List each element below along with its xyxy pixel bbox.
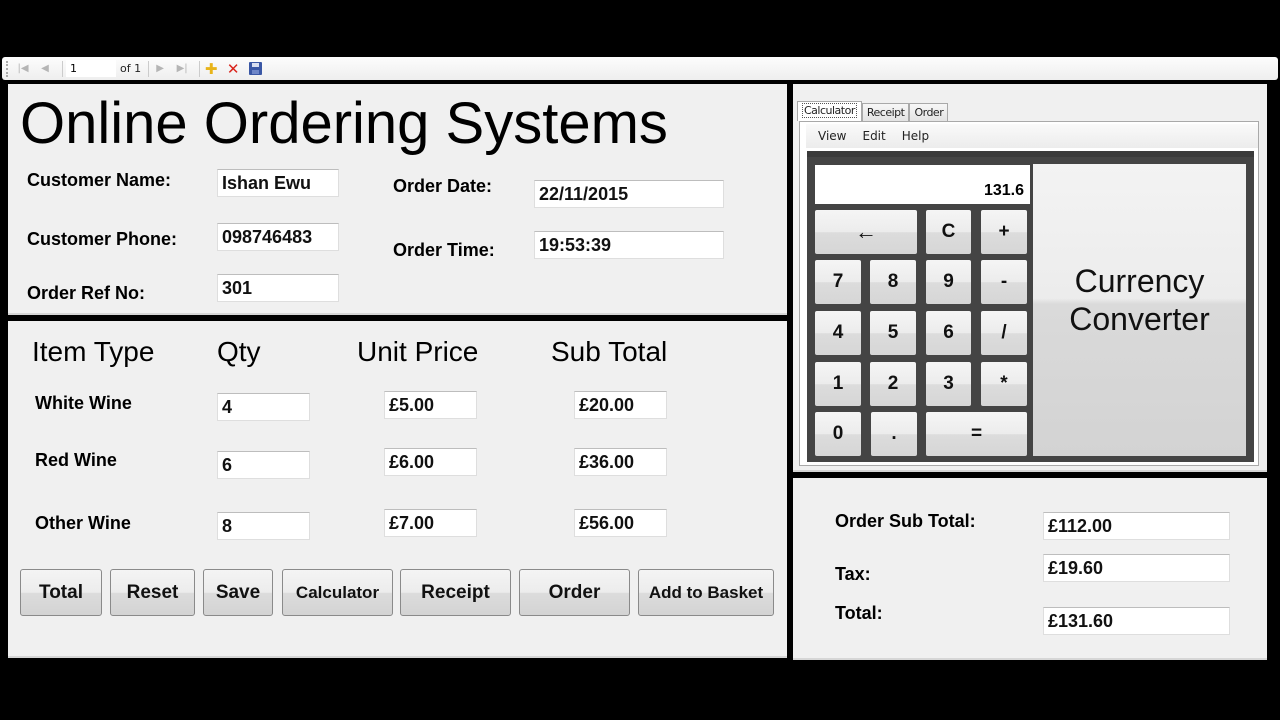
column-header-sub-total: Sub Total xyxy=(551,336,668,367)
calculator-menubar: View Edit Help xyxy=(806,124,1258,148)
key-6[interactable]: 6 xyxy=(926,311,971,355)
menu-help[interactable]: Help xyxy=(902,129,929,143)
page-count-label: of 1 xyxy=(120,62,142,75)
sub-total-field[interactable]: £56.00 xyxy=(574,509,667,537)
total-button[interactable]: Total xyxy=(20,569,102,616)
divide-key[interactable]: / xyxy=(981,311,1027,355)
toolbar-separator xyxy=(62,60,63,77)
key-9[interactable]: 9 xyxy=(926,260,971,304)
item-type-label: Red Wine xyxy=(35,450,117,470)
currency-converter-button[interactable]: Currency Converter xyxy=(1033,164,1246,456)
last-page-icon[interactable]: ▶| xyxy=(174,61,190,77)
tab-order[interactable]: Order xyxy=(909,103,949,121)
order-date-field[interactable]: 22/11/2015 xyxy=(534,180,724,208)
customer-name-label: Customer Name: xyxy=(27,170,172,190)
add-to-basket-button[interactable]: Add to Basket xyxy=(638,569,774,616)
key-5[interactable]: 5 xyxy=(870,311,916,355)
navigator-toolbar: |◀ ◀ of 1 ▶ ▶| ✚ ✕ xyxy=(2,57,1278,80)
column-header-item-type: Item Type xyxy=(32,336,155,367)
qty-field[interactable]: 6 xyxy=(217,451,310,479)
next-page-icon[interactable]: ▶ xyxy=(152,61,168,77)
tax-field[interactable]: £19.60 xyxy=(1043,554,1230,582)
tab-receipt[interactable]: Receipt xyxy=(861,103,910,121)
tab-calculator[interactable]: Calculator xyxy=(797,101,862,121)
tab-strip: Calculator Receipt Order xyxy=(797,101,949,121)
key-1[interactable]: 1 xyxy=(815,362,861,406)
key-7[interactable]: 7 xyxy=(815,260,861,304)
unit-price-field[interactable]: £7.00 xyxy=(384,509,477,537)
qty-field[interactable]: 8 xyxy=(217,512,310,540)
key-2[interactable]: 2 xyxy=(870,362,916,406)
first-page-icon[interactable]: |◀ xyxy=(15,61,31,77)
key-3[interactable]: 3 xyxy=(926,362,971,406)
sub-total-field[interactable]: £36.00 xyxy=(574,448,667,476)
order-time-label: Order Time: xyxy=(393,240,495,260)
menu-view[interactable]: View xyxy=(818,129,846,143)
page-title: Online Ordering Systems xyxy=(20,91,668,156)
order-ref-field[interactable]: 301 xyxy=(217,274,339,302)
customer-phone-field[interactable]: 098746483 xyxy=(217,223,339,251)
key-8[interactable]: 8 xyxy=(870,260,916,304)
order-totals-panel: Order Sub Total: £112.00 Tax: £19.60 Tot… xyxy=(793,478,1267,660)
column-header-qty: Qty xyxy=(217,336,261,367)
delete-icon[interactable]: ✕ xyxy=(225,60,241,78)
menu-edit[interactable]: Edit xyxy=(862,129,885,143)
backspace-key[interactable]: ← xyxy=(815,210,917,254)
total-label: Total: xyxy=(835,603,883,623)
receipt-button[interactable]: Receipt xyxy=(400,569,511,616)
item-type-label: Other Wine xyxy=(35,513,131,533)
order-time-field[interactable]: 19:53:39 xyxy=(534,231,724,259)
order-ref-label: Order Ref No: xyxy=(27,283,146,303)
sub-total-field[interactable]: £20.00 xyxy=(574,391,667,419)
unit-price-field[interactable]: £6.00 xyxy=(384,448,477,476)
back-arrow-icon: ← xyxy=(855,219,877,244)
order-date-label: Order Date: xyxy=(393,176,493,196)
total-field[interactable]: £131.60 xyxy=(1043,607,1230,635)
clear-key[interactable]: C xyxy=(926,210,971,254)
save-button[interactable]: Save xyxy=(203,569,273,616)
customer-info-panel: Online Ordering Systems Customer Name: I… xyxy=(8,84,787,315)
add-icon[interactable]: ✚ xyxy=(203,60,219,78)
calculator-display: 131.6 xyxy=(815,165,1030,204)
order-button[interactable]: Order xyxy=(519,569,630,616)
key-4[interactable]: 4 xyxy=(815,311,861,355)
calculator-button[interactable]: Calculator xyxy=(282,569,393,616)
order-sub-total-label: Order Sub Total: xyxy=(835,511,976,531)
toolbar-grip[interactable] xyxy=(6,60,9,77)
customer-phone-label: Customer Phone: xyxy=(27,229,178,249)
reset-button[interactable]: Reset xyxy=(110,569,195,616)
tab-calculator-label: Calculator xyxy=(802,103,857,118)
toolbar-separator xyxy=(148,60,150,77)
item-type-label: White Wine xyxy=(35,393,132,413)
save-icon[interactable] xyxy=(247,61,263,77)
tax-label: Tax: xyxy=(835,564,871,584)
column-header-unit-price: Unit Price xyxy=(357,336,479,367)
order-sub-total-field[interactable]: £112.00 xyxy=(1043,512,1230,540)
multiply-key[interactable]: * xyxy=(981,362,1027,406)
equals-key[interactable]: = xyxy=(926,412,1027,456)
decimal-key[interactable]: . xyxy=(871,412,917,456)
page-number-input[interactable] xyxy=(66,60,116,77)
minus-key[interactable]: - xyxy=(981,260,1027,304)
unit-price-field[interactable]: £5.00 xyxy=(384,391,477,419)
key-0[interactable]: 0 xyxy=(815,412,861,456)
customer-name-field[interactable]: Ishan Ewu xyxy=(217,169,339,197)
qty-field[interactable]: 4 xyxy=(217,393,310,421)
plus-key[interactable]: + xyxy=(981,210,1027,254)
toolbar-separator xyxy=(199,60,201,77)
previous-page-icon[interactable]: ◀ xyxy=(37,61,53,77)
